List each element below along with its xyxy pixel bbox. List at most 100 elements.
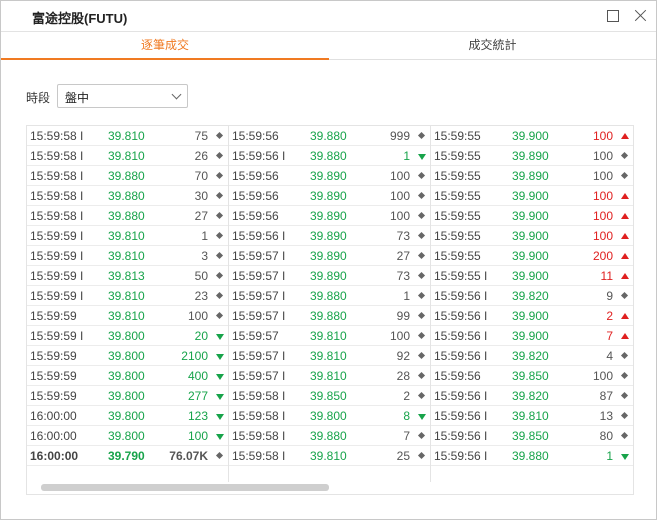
trade-volume: 8 xyxy=(403,409,410,423)
trade-price: 39.800 xyxy=(108,349,145,363)
trade-price: 39.880 xyxy=(512,449,549,463)
triangle-down-icon xyxy=(418,154,426,160)
trade-volume: 100 xyxy=(389,329,410,343)
triangle-up-icon xyxy=(621,333,629,339)
trade-price: 39.890 xyxy=(310,269,347,283)
trade-time: 15:59:58 I xyxy=(30,149,84,163)
diamond-icon xyxy=(417,311,426,320)
trade-row: 15:59:56 I 39.880 1 xyxy=(431,446,633,466)
trade-price: 39.900 xyxy=(512,309,549,323)
trade-price: 39.810 xyxy=(108,309,145,323)
trade-price: 39.890 xyxy=(512,169,549,183)
trade-volume: 100 xyxy=(187,309,208,323)
trade-volume: 25 xyxy=(396,449,410,463)
trade-price: 39.800 xyxy=(108,429,145,443)
trade-volume: 27 xyxy=(396,249,410,263)
trade-time: 15:59:58 I xyxy=(30,129,84,143)
trade-row: 15:59:55 39.890 100 xyxy=(431,166,633,186)
trade-price: 39.800 xyxy=(310,409,347,423)
trade-time: 15:59:59 xyxy=(30,369,77,383)
triangle-down-icon xyxy=(216,434,224,440)
trade-price: 39.820 xyxy=(512,349,549,363)
trade-price: 39.890 xyxy=(310,189,347,203)
trade-time: 15:59:59 xyxy=(30,349,77,363)
trade-time: 15:59:57 I xyxy=(232,269,286,283)
trade-row: 15:59:56 I 39.890 73 xyxy=(229,226,430,246)
tab-tick-by-tick[interactable]: 逐筆成交 xyxy=(1,32,329,60)
trade-price: 39.850 xyxy=(512,369,549,383)
trade-price: 39.900 xyxy=(512,189,549,203)
trade-time: 15:59:56 I xyxy=(434,449,488,463)
trade-time: 15:59:56 I xyxy=(434,409,488,423)
diamond-icon xyxy=(620,151,629,160)
diamond-icon xyxy=(417,431,426,440)
trade-time: 15:59:57 xyxy=(232,329,279,343)
trade-row: 15:59:58 I 39.880 30 xyxy=(27,186,228,206)
trade-volume: 73 xyxy=(396,269,410,283)
triangle-up-icon xyxy=(621,133,629,139)
trade-volume: 50 xyxy=(194,269,208,283)
trade-price: 39.890 xyxy=(310,249,347,263)
trade-volume: 100 xyxy=(389,209,410,223)
diamond-icon xyxy=(620,351,629,360)
trade-price: 39.800 xyxy=(108,329,145,343)
horizontal-scrollbar[interactable] xyxy=(41,484,329,491)
trade-row: 15:59:58 I 39.800 8 xyxy=(229,406,430,426)
trade-volume: 99 xyxy=(396,309,410,323)
trades-column-2: 15:59:56 39.880 999 15:59:56 I 39.880 1 15:59:… xyxy=(229,126,431,482)
trade-row: 15:59:57 I 39.880 1 xyxy=(229,286,430,306)
trade-price: 39.810 xyxy=(108,289,145,303)
trade-row: 15:59:58 I 39.810 26 xyxy=(27,146,228,166)
trade-volume: 9 xyxy=(606,289,613,303)
trade-time: 15:59:58 I xyxy=(232,429,286,443)
trade-time: 15:59:56 I xyxy=(434,389,488,403)
period-dropdown[interactable]: 盤中 xyxy=(57,84,188,108)
trade-time: 15:59:56 I xyxy=(434,309,488,323)
trade-volume: 27 xyxy=(194,209,208,223)
trade-row: 15:59:56 39.890 100 xyxy=(229,166,430,186)
trade-row: 15:59:55 39.900 200 xyxy=(431,246,633,266)
trade-volume: 100 xyxy=(389,189,410,203)
tab-trade-statistics[interactable]: 成交統計 xyxy=(329,32,656,60)
trade-time: 15:59:55 xyxy=(434,209,481,223)
trade-time: 15:59:59 I xyxy=(30,329,84,343)
trade-time: 15:59:56 xyxy=(232,169,279,183)
trade-row: 15:59:59 I 39.810 3 xyxy=(27,246,228,266)
trades-grid: 15:59:58 I 39.810 75 15:59:58 I 39.810 26 15:5… xyxy=(26,125,634,495)
diamond-icon xyxy=(620,171,629,180)
trade-row: 15:59:57 I 39.810 28 xyxy=(229,366,430,386)
diamond-icon xyxy=(215,191,224,200)
trade-time: 15:59:56 xyxy=(232,189,279,203)
trade-time: 16:00:00 xyxy=(30,429,77,443)
trade-time: 16:00:00 xyxy=(30,449,79,463)
trade-row: 15:59:55 39.900 100 xyxy=(431,226,633,246)
trade-volume: 3 xyxy=(201,249,208,263)
trade-volume: 1 xyxy=(606,449,613,463)
trade-price: 39.850 xyxy=(512,429,549,443)
maximize-icon[interactable] xyxy=(605,8,621,24)
trade-time: 15:59:57 I xyxy=(232,369,286,383)
trade-price: 39.900 xyxy=(512,229,549,243)
trade-price: 39.880 xyxy=(108,189,145,203)
trade-row: 15:59:55 39.900 100 xyxy=(431,126,633,146)
diamond-icon xyxy=(417,251,426,260)
diamond-icon xyxy=(417,331,426,340)
diamond-icon xyxy=(620,431,629,440)
trade-row: 15:59:59 39.800 277 xyxy=(27,386,228,406)
close-icon[interactable] xyxy=(633,8,649,24)
trade-volume: 20 xyxy=(194,329,208,343)
trade-row: 15:59:59 I 39.813 50 xyxy=(27,266,228,286)
trade-price: 39.890 xyxy=(310,229,347,243)
tab-bar: 逐筆成交 成交統計 xyxy=(1,32,656,60)
trade-row: 15:59:59 I 39.810 1 xyxy=(27,226,228,246)
trade-volume: 4 xyxy=(606,349,613,363)
trade-row: 15:59:58 I 39.810 25 xyxy=(229,446,430,466)
trade-price: 39.810 xyxy=(108,149,145,163)
trade-price: 39.820 xyxy=(512,289,549,303)
triangle-down-icon xyxy=(216,354,224,360)
trade-price: 39.800 xyxy=(108,389,145,403)
diamond-icon xyxy=(417,371,426,380)
triangle-up-icon xyxy=(621,213,629,219)
window-title: 富途控股(FUTU) xyxy=(32,11,128,26)
trade-price: 39.810 xyxy=(108,229,145,243)
